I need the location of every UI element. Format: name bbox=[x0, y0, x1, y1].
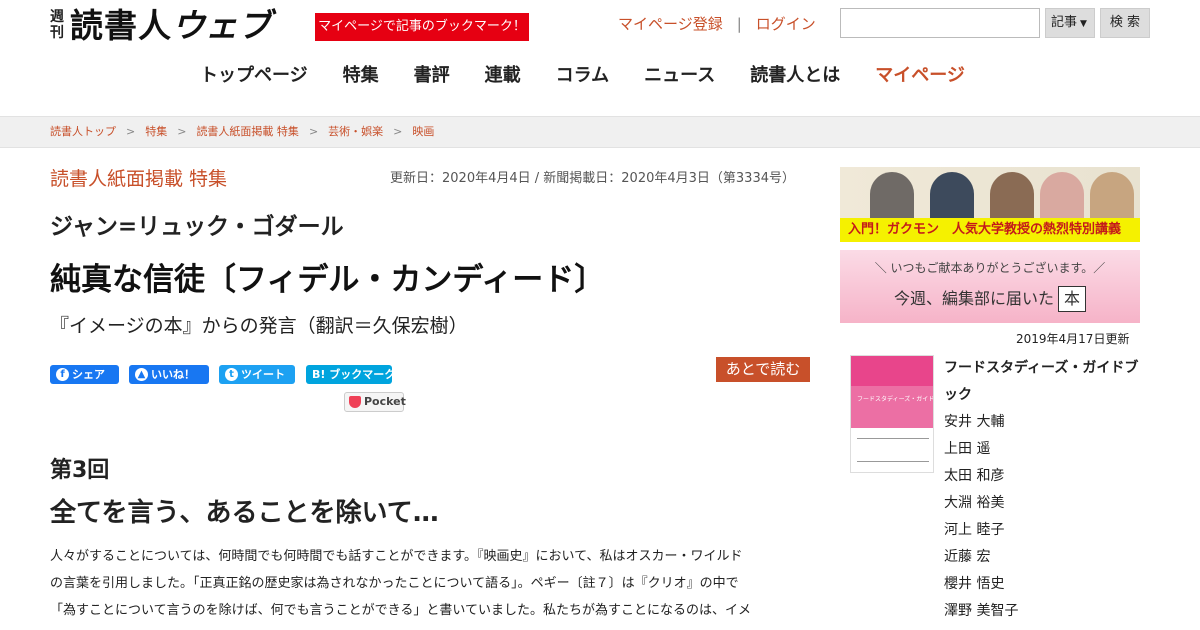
login-link[interactable]: ログイン bbox=[756, 15, 816, 33]
article-body: 人々がすることについては、何時間でも何時間でも話すことができます。『映画史』にお… bbox=[50, 543, 812, 624]
hatena-bookmark-button[interactable]: B! ブックマーク bbox=[306, 365, 396, 384]
chapter-title: 全てを言う、あることを除いて… bbox=[50, 498, 439, 528]
body-line: の言葉を引用しました。「正真正銘の歴史家は為されなかったことについて語る」。ペギ… bbox=[50, 576, 739, 591]
link-separator: | bbox=[736, 15, 742, 33]
nav-item-series[interactable]: 連載 bbox=[485, 62, 521, 90]
sidebar-updated-date: 2019年4月17日更新 bbox=[1016, 332, 1130, 346]
nav-item-reviews[interactable]: 書評 bbox=[414, 62, 450, 90]
search-scope-select[interactable]: 記事 ▼ bbox=[1045, 8, 1095, 38]
book-author[interactable]: 上田 遥 bbox=[944, 436, 1018, 463]
thumbs-up-icon: ▲ bbox=[135, 368, 148, 381]
pocket-label: Pocket bbox=[364, 395, 406, 408]
read-later-button[interactable]: あとで読む bbox=[716, 357, 810, 382]
facebook-share-button[interactable]: f シェア bbox=[50, 365, 119, 384]
nav-item-news[interactable]: ニュース bbox=[644, 62, 715, 90]
book-author[interactable]: 太田 和彦 bbox=[944, 463, 1018, 490]
nav-item-features[interactable]: 特集 bbox=[343, 62, 379, 90]
tweet-button[interactable]: t ツイート bbox=[219, 365, 295, 384]
breadcrumb-item-home[interactable]: 読書人トップ bbox=[50, 125, 116, 138]
breadcrumb-bar: 読書人トップ > 特集 > 読書人紙面掲載 特集 > 芸術・娯楽 > 映画 bbox=[0, 116, 1200, 148]
tweet-label: ツイート bbox=[241, 368, 285, 381]
cover-band bbox=[851, 356, 933, 386]
body-line: 人々がすることについては、何時間でも何時間でも話すことができます。『映画史』にお… bbox=[50, 549, 743, 564]
nav-item-mypage[interactable]: マイページ bbox=[875, 62, 965, 90]
pocket-button[interactable]: Pocket bbox=[344, 392, 406, 412]
book-author[interactable]: 近藤 宏 bbox=[944, 544, 1018, 571]
banner-thanks-text: ＼ いつもご献本ありがとうございます。／ bbox=[874, 261, 1106, 275]
breadcrumb-item-paper-features[interactable]: 読書人紙面掲載 特集 bbox=[196, 125, 299, 138]
breadcrumb-item-features[interactable]: 特集 bbox=[145, 125, 167, 138]
page-title: 純真な信徒〔フィデル・カンディード〕 bbox=[50, 262, 606, 298]
nav-item-columns[interactable]: コラム bbox=[556, 62, 609, 90]
hatena-bookmark-label: B! ブックマーク bbox=[312, 368, 396, 381]
book-author[interactable]: 澤野 美智子 bbox=[944, 598, 1018, 625]
cover-band bbox=[851, 386, 933, 428]
account-links: マイページ登録 | ログイン bbox=[618, 12, 816, 36]
article-category-link[interactable]: 読書人紙面掲載 特集 bbox=[50, 166, 227, 192]
twitter-bird-icon: t bbox=[225, 368, 238, 381]
dropdown-caret-icon: ▼ bbox=[1080, 19, 1087, 29]
received-books-banner[interactable]: ＼ いつもご献本ありがとうございます。／ 今週、編集部に届いた本 bbox=[840, 250, 1140, 323]
nav-item-about[interactable]: 読書人とは bbox=[750, 62, 840, 90]
logo-weekly-label: 週刊 bbox=[50, 9, 64, 41]
search-input[interactable] bbox=[840, 8, 1040, 38]
logo-web-text: ウェブ bbox=[172, 6, 271, 45]
book-author[interactable]: 櫻井 悟史 bbox=[944, 571, 1018, 598]
cover-title: フードスタディーズ・ガイドブック bbox=[857, 396, 934, 403]
banner-caption: 入門！ガクモン 人気大学教授の熱烈特別講義 bbox=[848, 222, 1122, 237]
chevron-right-icon: > bbox=[308, 125, 319, 138]
gakumon-lecture-banner[interactable]: 入門！ガクモン 人気大学教授の熱烈特別講義 bbox=[840, 167, 1140, 242]
book-author[interactable]: 大淵 裕美 bbox=[944, 490, 1018, 517]
facebook-like-button[interactable]: ▲ いいね！ bbox=[129, 365, 209, 384]
article-author: ジャン=リュック・ゴダール bbox=[50, 214, 344, 240]
book-label-box: 本 bbox=[1058, 286, 1087, 312]
global-nav: トップページ 特集 書評 連載 コラム ニュース 読書人とは マイページ bbox=[200, 62, 1000, 90]
mypage-bookmark-banner[interactable]: マイページで記事のブックマーク！ bbox=[315, 13, 529, 41]
chevron-right-icon: > bbox=[177, 125, 187, 138]
breadcrumb-item-arts[interactable]: 芸術・娯楽 bbox=[328, 125, 383, 138]
facebook-like-label: いいね！ bbox=[151, 368, 195, 381]
body-line: 「為すことについて言うのを除けば、何でも言うことができる」と書いていました。私た… bbox=[50, 603, 751, 618]
logo-wordmark: 読書人ウェブ bbox=[70, 6, 271, 46]
article-subtitle: 『イメージの本』からの発言（翻訳＝久保宏樹） bbox=[50, 315, 468, 337]
breadcrumb-item-film[interactable]: 映画 bbox=[412, 125, 434, 138]
nav-item-top[interactable]: トップページ bbox=[200, 62, 308, 90]
article-dates: 更新日：2020年4月4日 / 新聞掲載日：2020年4月3日（第3334号） bbox=[390, 171, 795, 186]
banner-headline: 今週、編集部に届いた本 bbox=[840, 286, 1140, 312]
breadcrumb: 読書人トップ > 特集 > 読書人紙面掲載 特集 > 芸術・娯楽 > 映画 bbox=[50, 117, 434, 147]
site-logo[interactable]: 週刊 読書人ウェブ bbox=[50, 6, 300, 48]
book-cover-image[interactable]: フードスタディーズ・ガイドブック bbox=[850, 355, 934, 473]
chapter-number: 第3回 bbox=[50, 458, 110, 483]
chevron-right-icon: > bbox=[126, 125, 136, 138]
mypage-register-link[interactable]: マイページ登録 bbox=[618, 15, 723, 33]
logo-main-text: 読書人 bbox=[70, 6, 172, 45]
banner-headline-text: 今週、編集部に届いた bbox=[893, 289, 1054, 308]
book-author[interactable]: 安井 大輔 bbox=[944, 409, 1018, 436]
facebook-share-label: シェア bbox=[72, 368, 105, 381]
chevron-right-icon: > bbox=[393, 125, 403, 138]
book-author[interactable]: 河上 睦子 bbox=[944, 517, 1018, 544]
book-author-list: 安井 大輔 上田 遥 太田 和彦 大淵 裕美 河上 睦子 近藤 宏 櫻井 悟史 … bbox=[944, 409, 1018, 625]
facebook-icon: f bbox=[56, 368, 69, 381]
book-title-link[interactable]: フードスタディーズ・ガイドブック bbox=[944, 355, 1140, 409]
search-scope-value: 記事 bbox=[1051, 15, 1078, 30]
cover-text-block bbox=[857, 438, 929, 462]
search-button[interactable]: 検 索 bbox=[1100, 8, 1150, 38]
pocket-icon bbox=[349, 396, 361, 408]
